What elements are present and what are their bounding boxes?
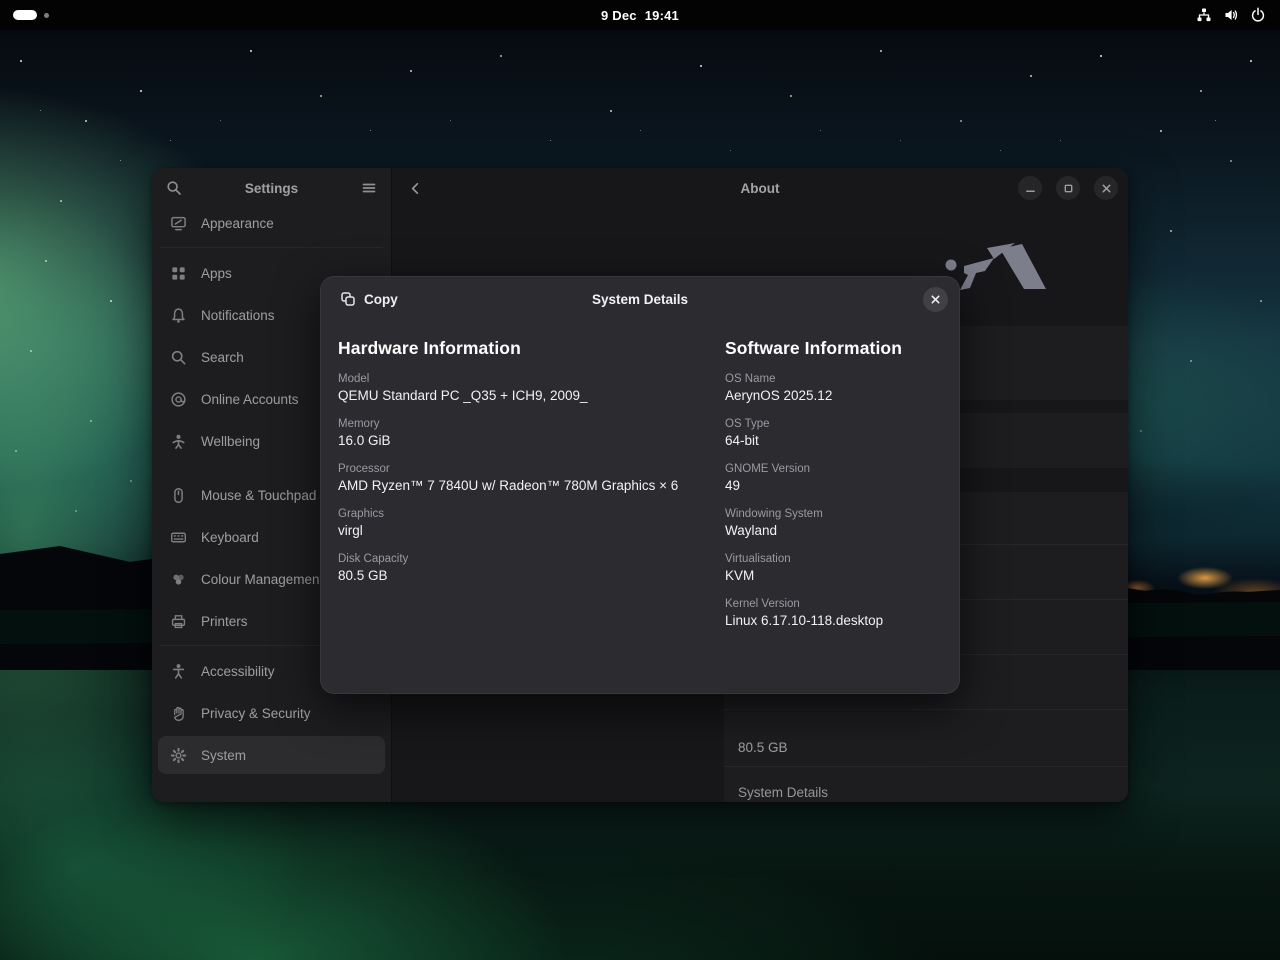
- hardware-information-section: Hardware Information ModelQEMU Standard …: [338, 338, 725, 642]
- clock[interactable]: 9 Dec 19:41: [0, 8, 1280, 23]
- close-dialog-button[interactable]: [923, 287, 948, 312]
- info-value: QEMU Standard PC _Q35 + ICH9, 2009_: [338, 387, 725, 404]
- hardware-disk-capacity: Disk Capacity80.5 GB: [338, 552, 725, 584]
- info-value: KVM: [725, 567, 942, 584]
- settings-window: Settings AppearanceAppsNotificationsSear…: [152, 168, 1128, 802]
- dialog-body: Hardware Information ModelQEMU Standard …: [320, 322, 960, 642]
- dialog-title: System Details: [320, 292, 960, 307]
- info-value: 80.5 GB: [338, 567, 725, 584]
- software-os-type: OS Type64-bit: [725, 417, 942, 449]
- info-value: virgl: [338, 522, 725, 539]
- dialog-headerbar: Copy System Details: [320, 276, 960, 322]
- info-label: Graphics: [338, 507, 725, 522]
- copy-icon: [340, 291, 356, 307]
- system-status-area[interactable]: [1195, 0, 1266, 30]
- software-gnome-version: GNOME Version49: [725, 462, 942, 494]
- info-label: Model: [338, 372, 725, 387]
- software-virtualisation: VirtualisationKVM: [725, 552, 942, 584]
- info-label: Kernel Version: [725, 597, 942, 612]
- software-os-name: OS NameAerynOS 2025.12: [725, 372, 942, 404]
- hardware-heading: Hardware Information: [338, 338, 725, 359]
- info-label: OS Type: [725, 417, 942, 432]
- info-value: Wayland: [725, 522, 942, 539]
- software-windowing-system: Windowing SystemWayland: [725, 507, 942, 539]
- hardware-graphics: Graphicsvirgl: [338, 507, 725, 539]
- info-label: Virtualisation: [725, 552, 942, 567]
- copy-button[interactable]: Copy: [332, 285, 406, 313]
- hardware-memory: Memory16.0 GiB: [338, 417, 725, 449]
- info-label: Windowing System: [725, 507, 942, 522]
- info-label: Disk Capacity: [338, 552, 725, 567]
- software-kernel-version: Kernel VersionLinux 6.17.10-118.desktop: [725, 597, 942, 629]
- power-icon: [1249, 7, 1266, 24]
- clock-time: 19:41: [645, 8, 679, 23]
- info-value: 16.0 GiB: [338, 432, 725, 449]
- hardware-processor: ProcessorAMD Ryzen™ 7 7840U w/ Radeon™ 7…: [338, 462, 725, 494]
- info-value: 49: [725, 477, 942, 494]
- info-value: AerynOS 2025.12: [725, 387, 942, 404]
- info-value: Linux 6.17.10-118.desktop: [725, 612, 942, 629]
- info-label: Memory: [338, 417, 725, 432]
- network-wired-icon: [1195, 7, 1212, 24]
- copy-button-label: Copy: [364, 292, 398, 307]
- software-information-section: Software Information OS NameAerynOS 2025…: [725, 338, 942, 642]
- info-value: AMD Ryzen™ 7 7840U w/ Radeon™ 780M Graph…: [338, 477, 725, 494]
- clock-date: 9 Dec: [601, 8, 637, 23]
- volume-icon: [1222, 7, 1239, 24]
- system-details-dialog: Copy System Details Hardware Information…: [320, 276, 960, 694]
- info-label: GNOME Version: [725, 462, 942, 477]
- info-value: 64-bit: [725, 432, 942, 449]
- hardware-model: ModelQEMU Standard PC _Q35 + ICH9, 2009_: [338, 372, 725, 404]
- info-label: OS Name: [725, 372, 942, 387]
- top-bar: 9 Dec 19:41: [0, 0, 1280, 30]
- info-label: Processor: [338, 462, 725, 477]
- software-heading: Software Information: [725, 338, 942, 359]
